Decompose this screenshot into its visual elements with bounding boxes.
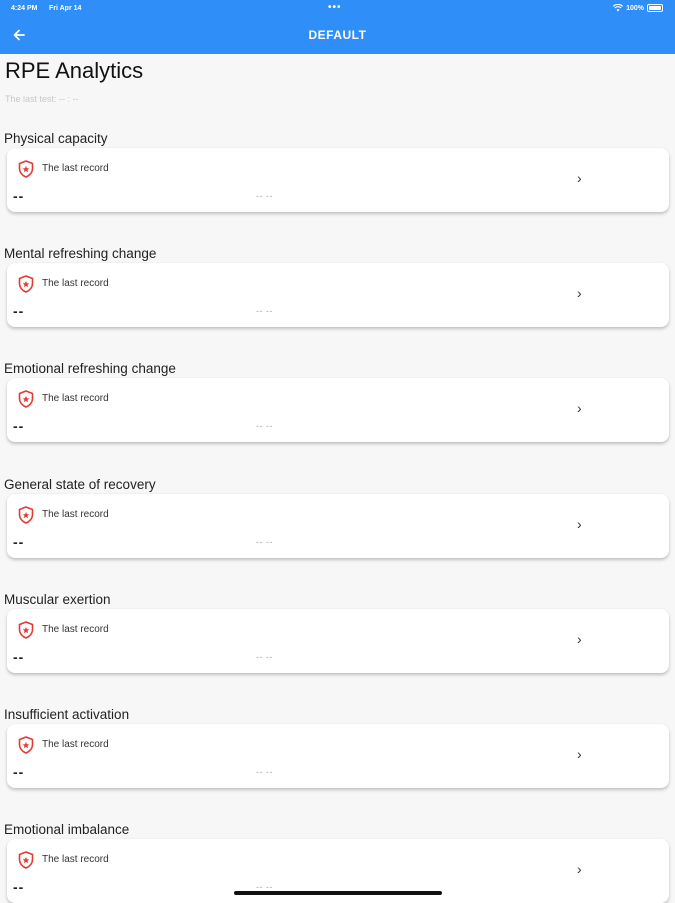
status-time: 4:24 PM (11, 5, 38, 12)
metric-card[interactable]: The last record -- -- -- › (7, 148, 669, 212)
record-label: The last record (42, 739, 109, 750)
chevron-right-icon[interactable]: › (577, 861, 582, 877)
record-value: -- (13, 764, 25, 780)
page-title: RPE Analytics (5, 58, 144, 83)
shield-star-icon (18, 275, 34, 293)
record-time: -- -- (256, 537, 273, 547)
shield-star-icon (18, 390, 34, 408)
section-title: Muscular exertion (4, 592, 111, 607)
record-label: The last record (42, 163, 109, 174)
chevron-right-icon[interactable]: › (577, 631, 582, 647)
status-bar: 4:24 PM Fri Apr 14 ••• 100% (0, 0, 675, 18)
section-title: Mental refreshing change (4, 246, 157, 261)
battery-icon (647, 4, 663, 12)
chevron-right-icon[interactable]: › (577, 170, 582, 186)
record-time: -- -- (256, 652, 273, 662)
record-label: The last record (42, 278, 109, 289)
wifi-icon (613, 4, 624, 12)
record-time: -- -- (256, 306, 273, 316)
status-date: Fri Apr 14 (49, 5, 82, 12)
section-title: Physical capacity (4, 131, 108, 146)
section-title: General state of recovery (4, 477, 156, 492)
shield-star-icon (18, 621, 34, 639)
chevron-right-icon[interactable]: › (577, 746, 582, 762)
record-value: -- (13, 879, 25, 895)
record-label: The last record (42, 509, 109, 520)
metric-card[interactable]: The last record -- -- -- › (7, 609, 669, 673)
section-title: Emotional imbalance (4, 822, 130, 837)
record-value: -- (13, 534, 25, 550)
shield-star-icon (18, 506, 34, 524)
record-time: -- -- (256, 767, 273, 777)
metric-card[interactable]: The last record -- -- -- › (7, 263, 669, 327)
record-label: The last record (42, 393, 109, 404)
last-test-label: The last test: -- : -- (5, 94, 79, 104)
shield-star-icon (18, 160, 34, 178)
record-time: -- -- (256, 191, 273, 201)
chevron-right-icon[interactable]: › (577, 516, 582, 532)
record-value: -- (13, 188, 25, 204)
app-header: 4:24 PM Fri Apr 14 ••• 100% DEFAULT (0, 0, 675, 54)
section-title: Emotional refreshing change (4, 361, 176, 376)
home-indicator[interactable] (234, 891, 442, 895)
multitasking-dots-icon[interactable]: ••• (328, 2, 342, 13)
shield-star-icon (18, 851, 34, 869)
record-time: -- -- (256, 421, 273, 431)
metric-card[interactable]: The last record -- -- -- › (7, 724, 669, 788)
metric-card[interactable]: The last record -- -- -- › (7, 494, 669, 558)
record-value: -- (13, 303, 25, 319)
shield-star-icon (18, 736, 34, 754)
metric-card[interactable]: The last record -- -- -- › (7, 378, 669, 442)
record-label: The last record (42, 854, 109, 865)
chevron-right-icon[interactable]: › (577, 285, 582, 301)
record-label: The last record (42, 624, 109, 635)
header-title: DEFAULT (308, 28, 367, 42)
chevron-right-icon[interactable]: › (577, 400, 582, 416)
status-right: 100% (613, 4, 663, 12)
battery-percent: 100% (626, 4, 644, 12)
record-value: -- (13, 418, 25, 434)
record-value: -- (13, 649, 25, 665)
section-title: Insufficient activation (4, 707, 130, 722)
